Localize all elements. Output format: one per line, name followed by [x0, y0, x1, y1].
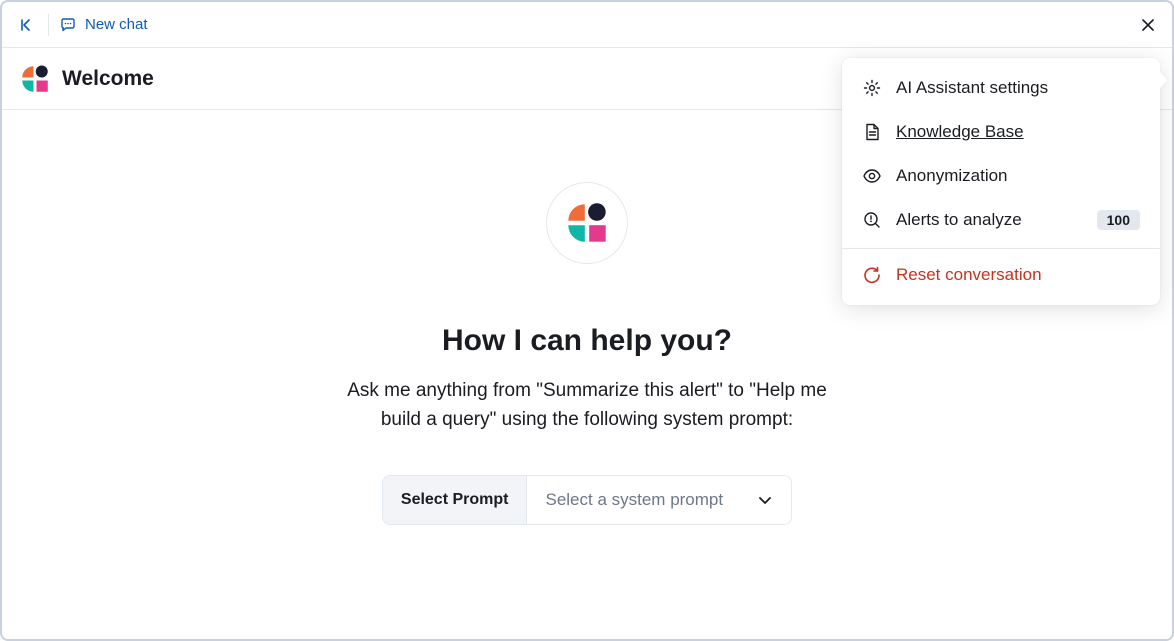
welcome-subtext: Ask me anything from "Summarize this ale… — [327, 376, 847, 435]
select-prompt-placeholder: Select a system prompt — [545, 490, 723, 510]
chevron-first-icon — [18, 17, 34, 33]
close-icon — [1141, 18, 1155, 32]
menu-item-label: Alerts to analyze — [896, 210, 1083, 230]
assistant-logo-circle — [546, 182, 628, 264]
top-bar: New chat — [2, 2, 1172, 48]
magnify-alert-icon — [862, 210, 882, 230]
menu-item-label: Reset conversation — [896, 265, 1140, 285]
menu-item-knowledge-base[interactable]: Knowledge Base — [842, 110, 1160, 154]
eye-icon — [862, 166, 882, 186]
chevron-down-icon — [757, 492, 773, 508]
menu-item-label: AI Assistant settings — [896, 78, 1140, 98]
menu-item-label: Knowledge Base — [896, 122, 1140, 142]
page-title: Welcome — [62, 67, 154, 91]
assistant-logo-icon — [565, 201, 609, 245]
close-button[interactable] — [1136, 13, 1160, 37]
menu-item-anonymization[interactable]: Anonymization — [842, 154, 1160, 198]
select-prompt-label: Select Prompt — [383, 476, 528, 524]
welcome-heading: How I can help you? — [442, 324, 732, 358]
settings-popover: AI Assistant settings Knowledge Base Ano… — [842, 58, 1160, 305]
menu-item-ai-settings[interactable]: AI Assistant settings — [842, 66, 1160, 110]
new-chat-label: New chat — [85, 16, 148, 33]
select-prompt-dropdown[interactable]: Select a system prompt — [527, 476, 791, 524]
menu-item-label: Anonymization — [896, 166, 1140, 186]
new-chat-button[interactable]: New chat — [59, 16, 148, 34]
popover-arrow-icon — [1160, 72, 1168, 88]
refresh-icon — [862, 265, 882, 285]
document-icon — [862, 122, 882, 142]
menu-item-reset-conversation[interactable]: Reset conversation — [842, 248, 1160, 297]
chat-bubble-icon — [59, 16, 77, 34]
menu-item-alerts-to-analyze[interactable]: Alerts to analyze 100 — [842, 198, 1160, 242]
collapse-sidebar-button[interactable] — [14, 13, 38, 37]
vertical-divider — [48, 14, 49, 36]
alerts-count-badge: 100 — [1097, 210, 1140, 230]
assistant-logo-icon — [20, 64, 50, 94]
system-prompt-selector: Select Prompt Select a system prompt — [382, 475, 792, 525]
gear-icon — [862, 78, 882, 98]
